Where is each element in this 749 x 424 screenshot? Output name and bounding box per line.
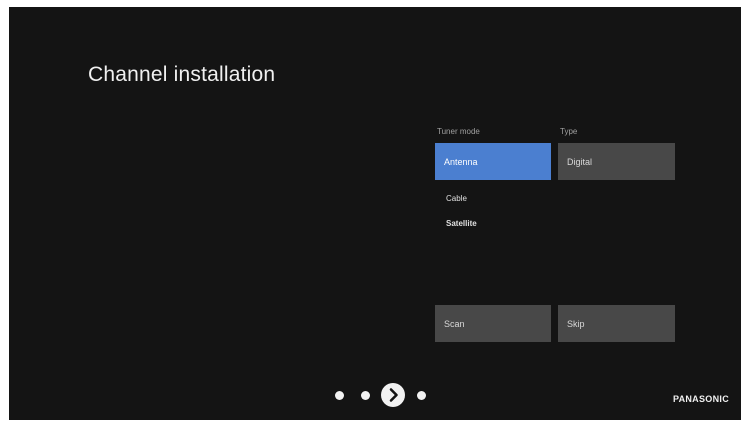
tv-screen: Channel installation Tuner mode Type Ant… [9,7,741,420]
chevron-right-icon [389,388,398,402]
step-dot-2 [361,391,370,400]
type-digital-field[interactable]: Digital [558,143,675,180]
scan-button-label: Scan [444,318,465,329]
tuner-mode-selected-label: Antenna [444,156,478,167]
type-label: Type [560,127,578,136]
type-value-label: Digital [567,156,593,167]
tuner-mode-cable-option[interactable]: Cable [446,194,467,203]
skip-button-label: Skip [567,318,585,329]
tuner-mode-satellite-option[interactable]: Satellite [446,219,477,228]
tuner-mode-antenna-option[interactable]: Antenna [435,143,551,180]
page-title: Channel installation [88,63,276,86]
tuner-mode-label: Tuner mode [437,127,480,136]
scan-button[interactable]: Scan [435,305,551,342]
skip-button[interactable]: Skip [558,305,675,342]
step-pagination [331,383,431,407]
step-dot-4 [417,391,426,400]
brand-logo: PANASONIC [672,394,729,404]
next-step-button[interactable] [381,383,405,407]
step-dot-1 [335,391,344,400]
